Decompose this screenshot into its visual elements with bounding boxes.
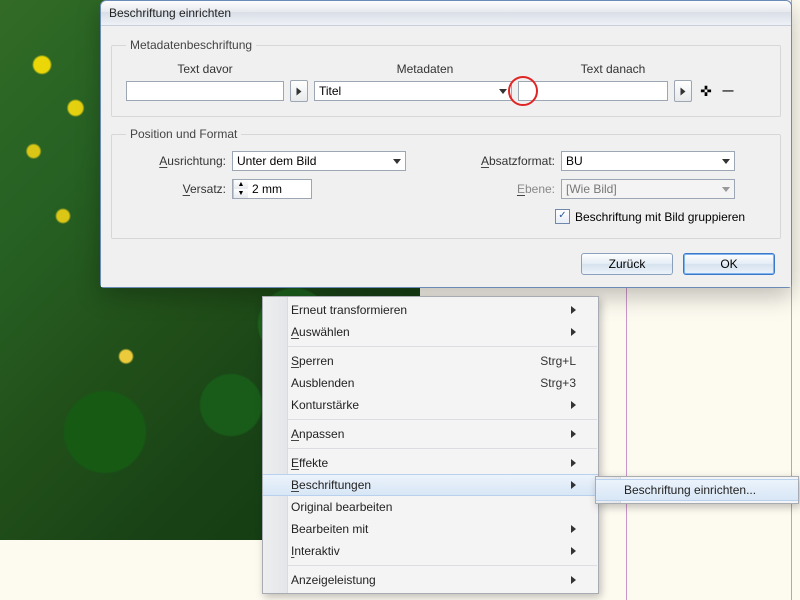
submenu-caret-icon	[571, 328, 576, 336]
menu-item[interactable]: Original bearbeiten	[263, 496, 598, 518]
text-after-flyout-button[interactable]	[674, 80, 692, 102]
text-after-label: Text danach	[530, 62, 696, 76]
metadata-dropdown[interactable]: Titel	[314, 81, 512, 101]
metadata-label: Metadaten	[326, 62, 524, 76]
text-after-input[interactable]	[518, 81, 668, 101]
menu-item[interactable]: Bearbeiten mit	[263, 518, 598, 540]
menu-item[interactable]: Beschriftungen	[263, 474, 598, 496]
submenu-caret-icon	[571, 481, 576, 489]
submenu-caret-icon	[571, 401, 576, 409]
submenu-item-caption-setup[interactable]: Beschriftung einrichten...	[596, 479, 798, 501]
paragraph-format-dropdown[interactable]: BU	[561, 151, 735, 171]
text-before-input[interactable]	[126, 81, 284, 101]
menu-item-label: Beschriftungen	[291, 478, 371, 492]
menu-item-label: Bearbeiten mit	[291, 522, 368, 536]
menu-separator	[264, 346, 597, 347]
menu-separator	[264, 565, 597, 566]
menu-item[interactable]: Effekte	[263, 452, 598, 474]
menu-item-label: Konturstärke	[291, 398, 359, 412]
menu-item[interactable]: Erneut transformieren	[263, 299, 598, 321]
alignment-value: Unter dem Bild	[237, 154, 316, 168]
menu-item[interactable]: Konturstärke	[263, 394, 598, 416]
menu-item-label: Anzeigeleistung	[291, 573, 376, 587]
menu-item[interactable]: Interaktiv	[263, 540, 598, 562]
ok-button[interactable]: OK	[683, 253, 775, 275]
menu-item-label: Original bearbeiten	[291, 500, 392, 514]
offset-spinner[interactable]: ▲▼	[232, 179, 312, 199]
dropdown-caret-icon	[722, 187, 730, 192]
menu-item-label: Erneut transformieren	[291, 303, 407, 317]
position-format-group: Position und Format Ausrichtung: Unter d…	[111, 127, 781, 239]
dropdown-caret-icon	[722, 159, 730, 164]
context-menu: Erneut transformieren Auswählen Sperren Str…	[262, 296, 599, 594]
offset-input[interactable]	[248, 180, 294, 198]
menu-item[interactable]: Auswählen	[263, 321, 598, 343]
group-with-image-checkbox[interactable]: ✓ Beschriftung mit Bild gruppieren	[555, 209, 745, 224]
menu-item[interactable]: Anzeigeleistung	[263, 569, 598, 591]
menu-item[interactable]: Ausblenden Strg+3	[263, 372, 598, 394]
submenu-caret-icon	[571, 459, 576, 467]
captions-submenu: Beschriftung einrichten...	[595, 476, 799, 504]
dropdown-caret-icon	[499, 89, 507, 94]
add-row-button[interactable]: ✜	[698, 81, 714, 101]
caption-setup-dialog: Beschriftung einrichten Metadatenbeschri…	[100, 0, 792, 288]
group-with-image-label: Beschriftung mit Bild gruppieren	[575, 210, 745, 224]
layer-dropdown: [Wie Bild]	[561, 179, 735, 199]
menu-item-label: Auswählen	[291, 325, 350, 339]
paragraph-format-value: BU	[566, 154, 583, 168]
menu-item-label: Interaktiv	[291, 544, 340, 558]
metadata-dropdown-value: Titel	[319, 84, 341, 98]
submenu-caret-icon	[571, 525, 576, 533]
spinner-down-icon[interactable]: ▼	[234, 189, 248, 198]
metadata-caption-legend: Metadatenbeschriftung	[126, 38, 256, 52]
text-before-label: Text davor	[126, 62, 284, 76]
menu-item[interactable]: Sperren Strg+L	[263, 350, 598, 372]
alignment-dropdown[interactable]: Unter dem Bild	[232, 151, 406, 171]
menu-separator	[264, 448, 597, 449]
dialog-title: Beschriftung einrichten	[101, 1, 791, 26]
menu-item-label: Sperren	[291, 354, 334, 368]
menu-item-label: Anpassen	[291, 427, 344, 441]
checkbox-icon: ✓	[555, 209, 570, 224]
dropdown-caret-icon	[393, 159, 401, 164]
menu-separator	[264, 419, 597, 420]
position-format-legend: Position und Format	[126, 127, 241, 141]
submenu-caret-icon	[571, 547, 576, 555]
menu-item[interactable]: Anpassen	[263, 423, 598, 445]
spinner-up-icon[interactable]: ▲	[234, 180, 248, 189]
layer-value: [Wie Bild]	[566, 182, 617, 196]
menu-item-shortcut: Strg+3	[540, 376, 576, 390]
submenu-caret-icon	[571, 306, 576, 314]
submenu-item-label: Beschriftung einrichten...	[624, 483, 756, 497]
menu-item-label: Effekte	[291, 456, 328, 470]
menu-item-label: Ausblenden	[291, 376, 354, 390]
text-before-flyout-button[interactable]	[290, 80, 308, 102]
back-button[interactable]: Zurück	[581, 253, 673, 275]
submenu-caret-icon	[571, 430, 576, 438]
metadata-caption-group: Metadatenbeschriftung Text davor Metadat…	[111, 38, 781, 117]
remove-row-button[interactable]: —	[720, 81, 736, 101]
submenu-caret-icon	[571, 576, 576, 584]
menu-item-shortcut: Strg+L	[540, 354, 576, 368]
